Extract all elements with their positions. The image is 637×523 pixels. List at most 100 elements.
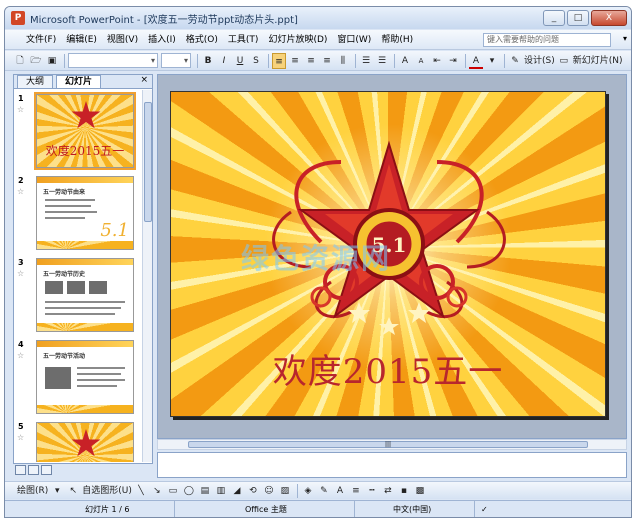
scrollbar-thumb[interactable] <box>144 102 152 222</box>
line-icon[interactable]: ╲ <box>134 483 148 499</box>
chevron-down-icon[interactable]: ▾ <box>485 53 499 69</box>
menu-file[interactable]: 文件(F) <box>21 31 61 49</box>
powerpoint-app-icon[interactable]: P <box>11 11 25 25</box>
textbox-icon[interactable]: ▤ <box>198 483 212 499</box>
menu-help[interactable]: 帮助(H) <box>376 31 418 49</box>
footer-stripe <box>37 241 133 249</box>
slide-thumbnail[interactable] <box>36 422 134 462</box>
bullets-icon[interactable]: ☰ <box>375 53 389 69</box>
columns-icon[interactable]: ⫼ <box>336 53 350 69</box>
close-icon[interactable]: × <box>140 75 148 85</box>
text-line <box>45 313 115 315</box>
text-line <box>45 217 85 219</box>
thumbnail-heading: 五一劳动节历史 <box>43 271 86 278</box>
close-button[interactable]: X <box>591 10 627 26</box>
toolbar-separator <box>64 53 65 68</box>
scrollbar-thumb[interactable]: ||| <box>188 441 588 448</box>
3d-style-icon[interactable]: ▩ <box>413 483 427 499</box>
shadow-style-icon[interactable]: ▪ <box>397 483 411 499</box>
decrease-indent-icon[interactable]: ⇤ <box>430 53 444 69</box>
normal-view-icon[interactable] <box>15 465 26 475</box>
slide-editor: 5.1 绿色资源网 欢度2015五一 <box>157 74 627 439</box>
slideshow-icon[interactable] <box>41 465 52 475</box>
arrow-icon[interactable]: ↘ <box>150 483 164 499</box>
shrink-font-button[interactable]: A <box>414 53 428 69</box>
menu-insert[interactable]: 插入(I) <box>143 31 181 49</box>
align-right-icon[interactable]: ≡ <box>304 53 318 69</box>
text-line <box>77 373 121 375</box>
wordart-icon[interactable]: ◢ <box>230 483 244 499</box>
text-line <box>45 211 97 213</box>
select-pointer-icon[interactable]: ↖ <box>66 483 80 499</box>
slide-title[interactable]: 欢度2015五一 <box>171 344 605 393</box>
increase-indent-icon[interactable]: ⇥ <box>446 53 460 69</box>
line-color-icon[interactable]: ✎ <box>317 483 331 499</box>
align-center-icon[interactable]: ≡ <box>288 53 302 69</box>
line-style-icon[interactable]: ≡ <box>349 483 363 499</box>
animation-star-icon: ☆ <box>17 351 25 360</box>
animation-star-icon: ☆ <box>17 433 25 442</box>
font-color-button[interactable]: A <box>469 53 483 69</box>
menu-window[interactable]: 窗口(W) <box>332 31 376 49</box>
maximize-button[interactable]: □ <box>567 10 589 26</box>
menu-tools[interactable]: 工具(T) <box>223 31 264 49</box>
dash-style-icon[interactable]: ┅ <box>365 483 379 499</box>
autoshapes-button[interactable]: 自选图形(U) <box>82 483 132 499</box>
slide-thumbnail[interactable]: 欢度2015五一 <box>34 92 136 170</box>
tab-outline[interactable]: 大纲 <box>17 75 54 88</box>
editor-horizontal-scrollbar[interactable]: ||| <box>157 439 627 450</box>
notes-pane[interactable] <box>157 452 627 478</box>
slide-thumbnail[interactable]: 五一劳动节历史 <box>36 258 134 332</box>
font-color-icon[interactable]: A <box>333 483 347 499</box>
slide-thumbnail[interactable]: 五一劳动节活动 <box>36 340 134 414</box>
underline-button[interactable]: U <box>233 53 247 69</box>
grow-font-button[interactable]: A <box>398 53 412 69</box>
menu-format[interactable]: 格式(O) <box>181 31 223 49</box>
arrow-style-icon[interactable]: ⇄ <box>381 483 395 499</box>
thumbnail-title: 欢度2015五一 <box>45 144 125 158</box>
align-left-icon[interactable]: ≡ <box>272 52 286 69</box>
chevron-down-icon[interactable]: ▾ <box>623 34 627 43</box>
font-name-combo[interactable] <box>68 53 158 68</box>
panel-tabs: 大纲 幻灯片 × <box>14 75 152 89</box>
justify-icon[interactable]: ≡ <box>320 53 334 69</box>
chevron-down-icon[interactable]: ▾ <box>50 483 64 499</box>
status-theme: Office 主题 <box>175 501 355 517</box>
new-document-icon[interactable]: 🗋 <box>13 53 27 69</box>
oval-icon[interactable]: ◯ <box>182 483 196 499</box>
toolbar-separator <box>268 53 269 68</box>
fill-color-icon[interactable]: ◈ <box>301 483 315 499</box>
animation-star-icon: ☆ <box>17 105 25 114</box>
slide-thumbnail[interactable]: 五一劳动节由来 5.1 <box>36 176 134 250</box>
menu-slideshow[interactable]: 幻灯片放映(D) <box>263 31 332 49</box>
picture-icon[interactable]: ▨ <box>278 483 292 499</box>
shadow-button[interactable]: S <box>249 53 263 69</box>
slide-sorter-icon[interactable] <box>28 465 39 475</box>
new-slide-button[interactable]: 新幻灯片(N) <box>573 53 623 69</box>
slide-number: 4 <box>18 340 24 349</box>
clipart-icon[interactable]: ☺ <box>262 483 276 499</box>
minimize-button[interactable]: _ <box>543 10 565 26</box>
vertical-textbox-icon[interactable]: ▥ <box>214 483 228 499</box>
spellcheck-icon[interactable]: ✓ <box>475 501 515 517</box>
diagram-icon[interactable]: ⟲ <box>246 483 260 499</box>
draw-menu-button[interactable]: 绘图(R) <box>17 483 48 499</box>
window-controls: _ □ X <box>543 10 627 26</box>
menu-edit[interactable]: 编辑(E) <box>61 31 102 49</box>
tab-slides[interactable]: 幻灯片 <box>56 75 102 88</box>
save-icon[interactable]: ▣ <box>45 53 59 69</box>
rectangle-icon[interactable]: ▭ <box>166 483 180 499</box>
current-slide[interactable]: 5.1 绿色资源网 欢度2015五一 <box>170 91 606 417</box>
menu-view[interactable]: 视图(V) <box>102 31 143 49</box>
bold-button[interactable]: B <box>201 53 215 69</box>
design-button[interactable]: 设计(S) <box>524 53 555 69</box>
italic-button[interactable]: I <box>217 53 231 69</box>
slide-number: 1 <box>18 94 24 103</box>
panel-scrollbar[interactable] <box>142 90 152 462</box>
photo-placeholder <box>67 281 85 294</box>
font-size-combo[interactable] <box>161 53 191 68</box>
help-search-input[interactable]: 键入需要帮助的问题 <box>483 33 611 47</box>
numbering-icon[interactable]: ☰ <box>359 53 373 69</box>
thumbnail-content: 五一劳动节历史 <box>37 259 133 331</box>
open-folder-icon[interactable]: 🗁 <box>29 53 43 69</box>
